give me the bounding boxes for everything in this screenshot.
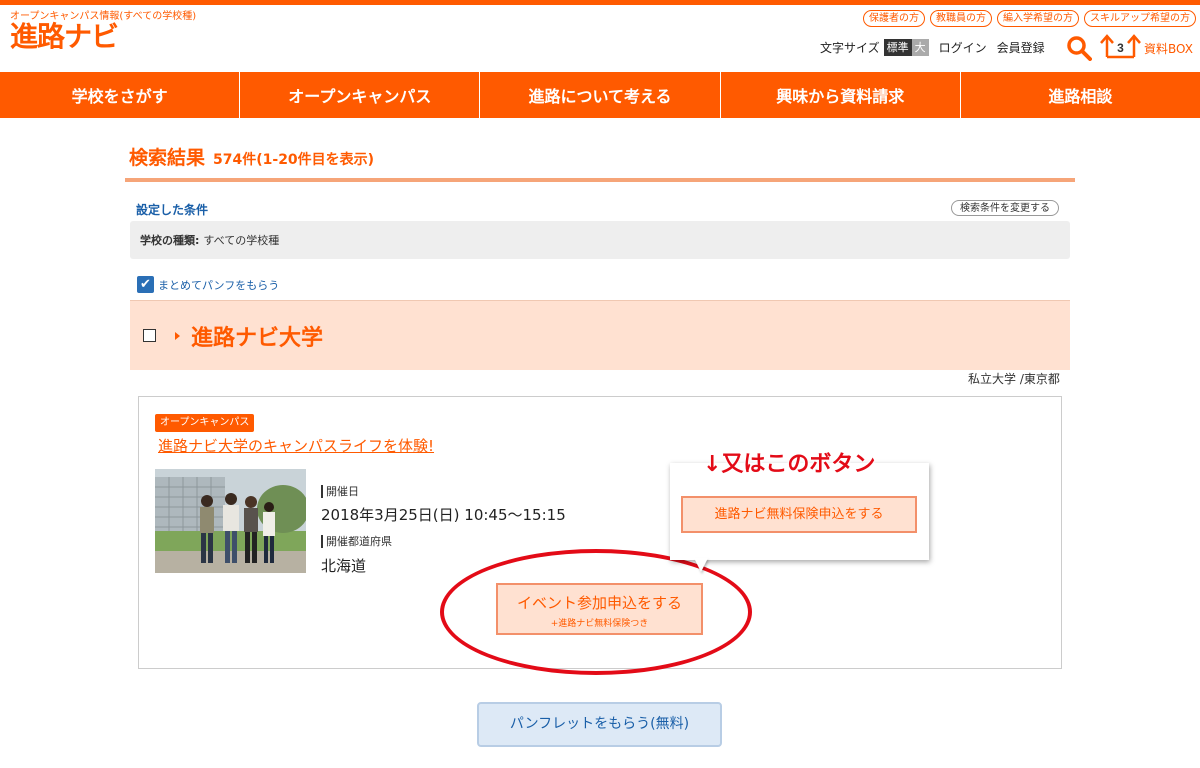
condition-key: 学校の種類:	[140, 234, 200, 247]
change-conditions-button[interactable]: 検索条件を変更する	[951, 200, 1059, 216]
result-count: 574件(1-20件目を表示)	[213, 152, 375, 168]
event-title-link[interactable]: 進路ナビ大学のキャンパスライフを体験!	[158, 435, 434, 456]
box-count: 3	[1117, 41, 1124, 55]
school-meta: 私立大学 /東京都	[968, 372, 1060, 386]
conditions-label: 設定した条件	[136, 203, 209, 217]
event-apply-sublabel: +進路ナビ無料保険つき	[550, 619, 649, 629]
font-size-large-button[interactable]: 大	[911, 38, 929, 56]
insurance-apply-button[interactable]: 進路ナビ無料保険申込をする	[681, 496, 917, 533]
heading-divider	[125, 178, 1075, 182]
audience-link-parents[interactable]: 保護者の方	[863, 10, 925, 27]
triangle-right-icon	[175, 331, 180, 340]
global-nav: 学校をさがす オープンキャンパス 進路について考える 興味から資料請求 進路相談	[0, 72, 1200, 118]
font-size-label: 文字サイズ	[820, 40, 880, 55]
bulk-pamphlet-toggle[interactable]: ✔ まとめてパンフをもらう	[137, 276, 279, 293]
event-apply-button[interactable]: イベント参加申込をする +進路ナビ無料保険つき	[496, 583, 703, 635]
event-prefecture-label: 開催都道府県	[321, 535, 392, 548]
audience-link-skillup[interactable]: スキルアップ希望の方	[1084, 10, 1196, 27]
callout-title: ↓又はこのボタン	[703, 452, 876, 477]
school-select-checkbox[interactable]	[143, 329, 156, 342]
register-link[interactable]: 会員登録	[997, 39, 1045, 56]
school-name[interactable]: 進路ナビ大学	[191, 320, 323, 352]
login-link[interactable]: ログイン	[939, 39, 987, 56]
event-apply-label: イベント参加申込をする	[516, 594, 682, 612]
conditions-box: 学校の種類: すべての学校種	[130, 221, 1070, 259]
box-icon[interactable]: 3	[1098, 34, 1144, 60]
bulk-pamphlet-checkbox[interactable]: ✔	[137, 276, 154, 293]
event-date-value: 2018年3月25日(日) 10:45〜15:15	[321, 506, 566, 524]
school-header: 進路ナビ大学	[130, 300, 1070, 370]
bulk-pamphlet-label: まとめてパンフをもらう	[158, 278, 280, 292]
audience-links: 保護者の方 教職員の方 編入学希望の方 スキルアップ希望の方	[863, 10, 1196, 27]
nav-item-open-campus[interactable]: オープンキャンパス	[240, 72, 481, 118]
condition-value: すべての学校種	[203, 234, 280, 247]
get-pamphlet-button[interactable]: パンフレットをもらう(無料)	[477, 702, 722, 747]
nav-item-request-by-interest[interactable]: 興味から資料請求	[721, 72, 961, 118]
search-icon[interactable]	[1066, 35, 1092, 61]
event-type-badge: オープンキャンパス	[155, 414, 255, 432]
utility-bar: 文字サイズ 標準 大 ログイン 会員登録	[820, 36, 1055, 58]
box-label[interactable]: 資料BOX	[1144, 40, 1193, 57]
event-date-label: 開催日	[321, 485, 359, 498]
nav-item-consultation[interactable]: 進路相談	[961, 72, 1200, 118]
top-accent-line	[0, 0, 1200, 5]
event-prefecture-value: 北海道	[321, 557, 367, 575]
audience-link-teachers[interactable]: 教職員の方	[930, 10, 992, 27]
nav-item-search-schools[interactable]: 学校をさがす	[0, 72, 241, 118]
audience-link-transfer[interactable]: 編入学希望の方	[997, 10, 1079, 27]
event-photo	[155, 469, 306, 573]
page-title: 検索結果	[129, 147, 206, 169]
callout-tail	[694, 558, 708, 572]
result-heading: 検索結果 574件(1-20件目を表示)	[129, 143, 374, 170]
nav-item-career-thinking[interactable]: 進路について考える	[480, 72, 721, 118]
site-logo[interactable]: 進路ナビ	[10, 19, 119, 55]
font-size-standard-button[interactable]: 標準	[883, 38, 912, 56]
